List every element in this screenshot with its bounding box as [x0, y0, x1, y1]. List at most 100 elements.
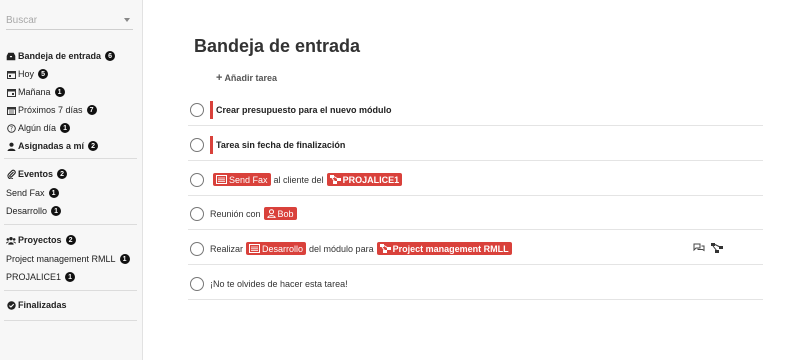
task-text: Crear presupuesto para el nuevo módulo	[216, 104, 392, 115]
sidebar-item-label: Eventos	[18, 169, 54, 179]
sidebar-item-project[interactable]: Project management RMLL 1	[6, 251, 130, 267]
sidebar-item-label: Mañana	[18, 87, 51, 97]
add-task-button[interactable]: + Añadir tarea	[216, 72, 277, 84]
sidebar-item-today[interactable]: Hoy 5	[6, 66, 49, 82]
sidebar-item-label: Asignadas a mí	[18, 141, 85, 151]
sidebar-item-events[interactable]: Eventos 2	[6, 166, 68, 182]
task-checkbox[interactable]	[190, 102, 204, 117]
sidebar-item-projects[interactable]: Proyectos 2	[6, 232, 76, 248]
calendar-icon	[6, 105, 16, 115]
count-badge: 7	[86, 105, 97, 115]
task-checkbox[interactable]	[190, 206, 204, 221]
sidebar-item-label: Bandeja de entrada	[18, 51, 102, 61]
paperclip-icon	[6, 169, 16, 179]
count-badge: 1	[51, 206, 62, 216]
count-badge: 1	[54, 87, 65, 97]
task-text: Realizar Desarrollo del módulo para Proj…	[210, 242, 515, 255]
task-row[interactable]: Send Fax al cliente del PROJALICE1	[188, 164, 763, 196]
event-tag[interactable]: Send Fax	[213, 173, 271, 186]
question-circle-icon: ?	[6, 123, 16, 133]
sidebar-item-label: Proyectos	[18, 235, 62, 245]
project-tag-label: PROJALICE1	[342, 174, 400, 185]
sidebar-item-someday[interactable]: ? Algún día 1	[6, 120, 71, 136]
comments-icon[interactable]	[693, 243, 705, 253]
task-row[interactable]: Crear presupuesto para el nuevo módulo	[188, 94, 763, 126]
sidebar-item-label: PROJALICE1	[6, 272, 62, 282]
calendar-icon	[6, 87, 16, 97]
user-tag[interactable]: Bob	[263, 207, 297, 220]
sidebar: Bandeja de entrada 6 Hoy 5 Mañana 1 Próx…	[0, 0, 143, 360]
project-tag[interactable]: PROJALICE1	[326, 173, 403, 186]
count-badge: 1	[119, 254, 130, 264]
sidebar-item-event[interactable]: Send Fax 1	[6, 185, 59, 201]
divider	[4, 224, 137, 225]
priority-marker	[210, 100, 213, 119]
count-badge: 2	[88, 141, 99, 151]
project-tag[interactable]: Project management RMLL	[376, 242, 512, 255]
plus-icon: +	[216, 72, 223, 84]
sidebar-item-project[interactable]: PROJALICE1 1	[6, 269, 76, 285]
count-badge: 1	[60, 123, 71, 133]
divider	[4, 290, 137, 291]
task-text: Tarea sin fecha de finalización	[216, 139, 346, 150]
task-text: ¡No te olvides de hacer esta tarea!	[210, 278, 348, 289]
task-checkbox[interactable]	[190, 137, 204, 152]
event-tag[interactable]: Desarrollo	[246, 242, 307, 255]
user-icon	[266, 209, 276, 218]
task-row[interactable]: Reunión con Bob	[188, 198, 763, 230]
sidebar-item-assigned[interactable]: Asignadas a mí 2	[6, 138, 99, 154]
task-text: Send Fax al cliente del PROJALICE1	[210, 173, 405, 186]
task-text-segment: del módulo para	[309, 243, 374, 254]
check-circle-icon	[6, 300, 16, 310]
count-badge: 2	[57, 169, 68, 179]
event-tag-label: Send Fax	[229, 174, 268, 185]
user-icon	[6, 141, 16, 151]
task-row[interactable]: Realizar Desarrollo del módulo para Proj…	[188, 233, 763, 265]
sitemap-icon	[379, 244, 391, 253]
svg-text:?: ?	[9, 125, 12, 132]
chevron-down-icon[interactable]	[124, 18, 130, 22]
page-title: Bandeja de entrada	[194, 36, 361, 56]
user-tag-label: Bob	[277, 208, 294, 219]
sidebar-item-inbox[interactable]: Bandeja de entrada 6	[6, 48, 116, 64]
task-checkbox[interactable]	[190, 241, 204, 256]
search-input[interactable]	[6, 12, 116, 29]
task-checkbox[interactable]	[190, 172, 204, 187]
task-text-segment: Realizar	[210, 243, 244, 254]
sidebar-item-label: Hoy	[18, 69, 35, 79]
count-badge: 5	[38, 69, 49, 79]
sidebar-item-tomorrow[interactable]: Mañana 1	[6, 84, 65, 100]
sidebar-item-label: Próximos 7 días	[18, 105, 83, 115]
sidebar-item-event[interactable]: Desarrollo 1	[6, 203, 62, 219]
list-icon	[216, 175, 227, 184]
count-badge: 1	[48, 188, 59, 198]
task-text: Reunión con Bob	[210, 207, 300, 220]
sidebar-item-label: Project management RMLL	[6, 254, 116, 264]
list-icon	[249, 244, 261, 253]
task-text-segment: Reunión con	[210, 208, 261, 219]
inbox-icon	[6, 51, 16, 61]
calendar-icon	[6, 69, 16, 79]
search-box[interactable]	[6, 12, 133, 30]
divider	[4, 158, 137, 159]
divider	[4, 320, 137, 321]
users-icon	[6, 235, 16, 245]
sitemap-icon	[329, 175, 341, 184]
task-row-icons	[693, 243, 723, 253]
sitemap-icon[interactable]	[711, 243, 723, 253]
priority-marker	[210, 135, 213, 154]
event-tag-label: Desarrollo	[262, 243, 304, 254]
sidebar-item-done[interactable]: Finalizadas	[6, 297, 67, 313]
count-badge: 2	[65, 235, 76, 245]
task-row[interactable]: Tarea sin fecha de finalización	[188, 129, 763, 161]
task-checkbox[interactable]	[190, 276, 204, 291]
sidebar-item-label: Send Fax	[6, 188, 45, 198]
project-tag-label: Project management RMLL	[392, 243, 509, 254]
task-text-segment: al cliente del	[273, 174, 324, 185]
task-row[interactable]: ¡No te olvides de hacer esta tarea!	[188, 268, 763, 300]
sidebar-item-label: Desarrollo	[6, 206, 48, 216]
sidebar-item-next7[interactable]: Próximos 7 días 7	[6, 102, 97, 118]
count-badge: 1	[65, 272, 76, 282]
count-badge: 6	[105, 51, 116, 61]
sidebar-item-label: Finalizadas	[18, 300, 67, 310]
